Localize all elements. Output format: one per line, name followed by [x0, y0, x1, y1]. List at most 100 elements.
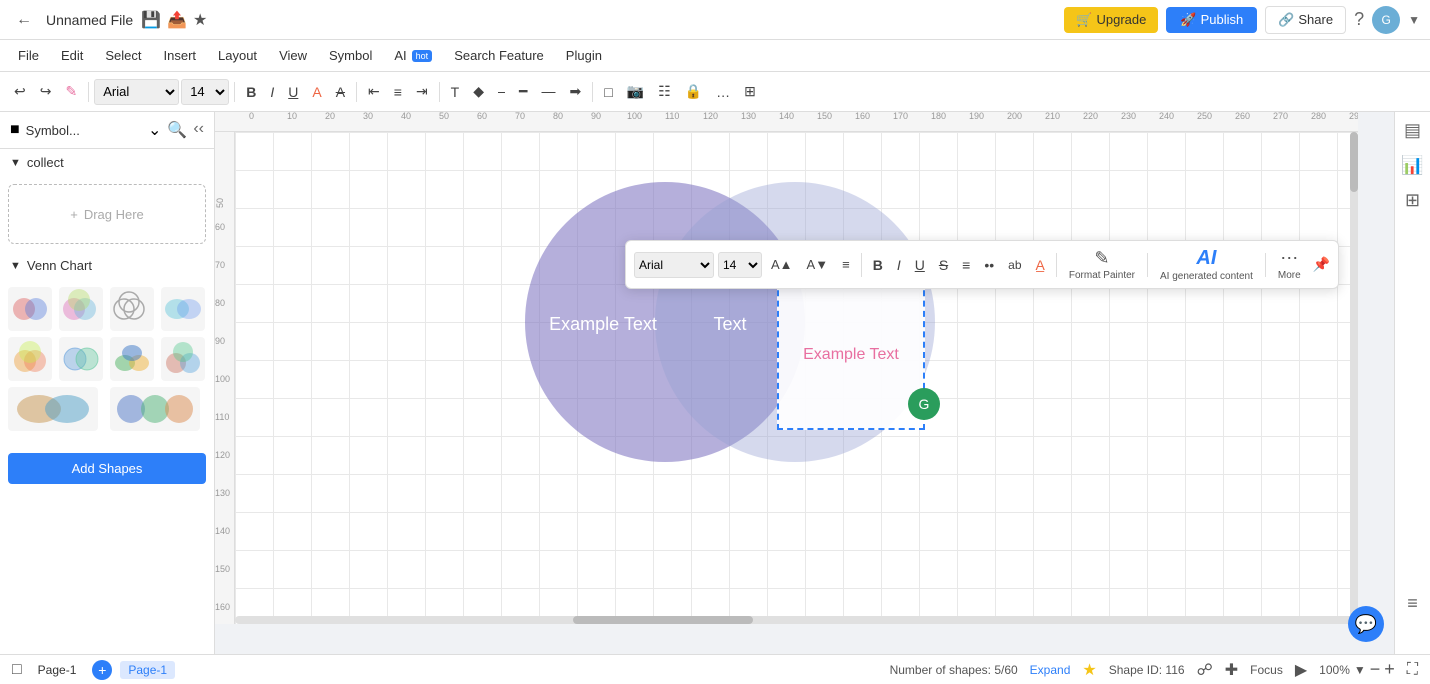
venn-shape-3[interactable]	[110, 287, 154, 331]
publish-button[interactable]: 🚀 Publish	[1166, 7, 1257, 33]
right-panel-style-icon[interactable]: ▤	[1404, 120, 1421, 141]
italic-button[interactable]: I	[264, 80, 280, 104]
ft-pin-icon[interactable]: 📌	[1313, 256, 1330, 273]
ft-increase-size-button[interactable]: A▲	[766, 253, 798, 276]
venn-shape-9[interactable]	[8, 387, 98, 431]
layers-icon[interactable]: ☍	[1197, 660, 1213, 680]
venn-shape-8[interactable]	[161, 337, 205, 381]
venn-shape-2[interactable]	[59, 287, 103, 331]
collapse-icon[interactable]: ‹‹	[193, 120, 204, 140]
menu-select[interactable]: Select	[95, 44, 151, 67]
align-center-button[interactable]: ≡	[388, 80, 408, 104]
ft-size-select[interactable]: 14	[718, 252, 762, 278]
search-icon[interactable]: 🔍	[167, 120, 187, 140]
zoom-chevron-icon[interactable]: ▼	[1354, 663, 1366, 677]
ft-text-color-button[interactable]: A̲	[1031, 253, 1050, 277]
venn-shape-4[interactable]	[161, 287, 205, 331]
add-shapes-button[interactable]: Add Shapes	[8, 453, 206, 484]
vertical-scrollbar[interactable]	[1350, 132, 1358, 624]
format-painter-toolbar-button[interactable]: ✎	[59, 79, 83, 104]
save-icon[interactable]: 💾	[141, 10, 161, 30]
redo-button[interactable]: ↪	[34, 79, 58, 104]
group-button[interactable]: ☷	[652, 79, 677, 104]
image-button[interactable]: 📷	[621, 79, 650, 104]
ft-ai-group[interactable]: AI AI generated content	[1154, 245, 1259, 284]
fill-button[interactable]: ◆	[467, 79, 490, 104]
ft-format-painter-group[interactable]: ✎ Format Painter	[1063, 246, 1141, 283]
font-size-select[interactable]: 14	[181, 79, 229, 105]
ft-decrease-size-button[interactable]: A▼	[802, 253, 834, 276]
right-panel-grid-icon[interactable]: ⊞	[1405, 190, 1420, 211]
ft-font-select[interactable]: Arial	[634, 252, 714, 278]
line-type-button[interactable]: ⎯⎯	[535, 79, 561, 104]
section-collect[interactable]: ▼ collect	[0, 149, 214, 176]
focus-label[interactable]: Focus	[1250, 663, 1283, 677]
share-button[interactable]: 🔗 Share	[1265, 6, 1346, 34]
page-active-tab[interactable]: Page-1	[120, 661, 175, 679]
line-end-button[interactable]: ➡	[563, 79, 587, 104]
horizontal-scrollbar-thumb[interactable]	[573, 616, 753, 624]
menu-file[interactable]: File	[8, 44, 49, 67]
avatar[interactable]: G	[1372, 6, 1400, 34]
venn-shape-5[interactable]	[8, 337, 52, 381]
align-left-button[interactable]: ⇤	[362, 79, 386, 104]
ft-case-button[interactable]: ab	[1003, 254, 1026, 276]
zoom-out-button[interactable]: −	[1370, 659, 1381, 680]
venn-shape-1[interactable]	[8, 287, 52, 331]
chat-bubble[interactable]: 💬	[1348, 606, 1384, 642]
menu-ai[interactable]: AI hot	[384, 44, 442, 67]
fullscreen-icon[interactable]: ⛶	[1407, 661, 1418, 679]
zoom-in-button[interactable]: +	[1384, 659, 1395, 680]
upgrade-button[interactable]: 🛒 Upgrade	[1064, 7, 1158, 33]
text-style-button[interactable]: T	[445, 80, 466, 104]
ft-align-button[interactable]: ≡	[837, 253, 855, 276]
help-icon[interactable]: ?	[1354, 9, 1364, 30]
line-color-button[interactable]: ⎯	[492, 79, 511, 104]
venn-shape-10[interactable]	[110, 387, 200, 431]
add-page-button[interactable]: +	[92, 660, 112, 680]
canvas-area[interactable]: 0 10 20 30 40 50 60 70 80 90 100 110 120…	[215, 112, 1394, 654]
ft-bullet-button[interactable]: ••	[979, 253, 999, 277]
export-icon[interactable]: 📤	[167, 10, 187, 30]
undo-button[interactable]: ↩	[8, 79, 32, 104]
strikethrough-button[interactable]: A	[330, 80, 351, 104]
line-style-button[interactable]: ━	[513, 79, 533, 104]
right-panel-bottom-icon[interactable]: ≡	[1407, 593, 1418, 614]
canvas-grid[interactable]: Example Text Text Example Text G Arial	[235, 132, 1358, 624]
menu-symbol[interactable]: Symbol	[319, 44, 382, 67]
menu-layout[interactable]: Layout	[208, 44, 267, 67]
expand-link[interactable]: Expand	[1030, 663, 1071, 677]
ft-underline-button[interactable]: U	[910, 253, 930, 277]
menu-plugin[interactable]: Plugin	[556, 44, 612, 67]
align-right-button[interactable]: ⇥	[410, 79, 434, 104]
menu-edit[interactable]: Edit	[51, 44, 93, 67]
star-icon[interactable]: ★	[193, 10, 207, 30]
font-family-select[interactable]: Arial	[94, 79, 179, 105]
horizontal-scrollbar[interactable]	[235, 616, 1358, 624]
ft-more-group[interactable]: ⋯ More	[1272, 246, 1307, 283]
menu-search-feature[interactable]: Search Feature	[444, 44, 554, 67]
menu-insert[interactable]: Insert	[154, 44, 207, 67]
ft-list-button[interactable]: ≡	[957, 253, 975, 277]
sidebar-expand-icon[interactable]: ⌄	[148, 120, 161, 140]
focus-icon[interactable]: ✚	[1225, 660, 1238, 680]
section-venn-chart[interactable]: ▼ Venn Chart	[0, 252, 214, 279]
play-icon[interactable]: ▶	[1295, 660, 1307, 680]
vertical-scrollbar-thumb[interactable]	[1350, 132, 1358, 192]
table-button[interactable]: ⊞	[738, 79, 762, 104]
account-chevron-icon[interactable]: ▼	[1408, 13, 1420, 27]
right-panel-data-icon[interactable]: 📊	[1401, 155, 1423, 176]
underline-button[interactable]: U	[282, 80, 304, 104]
bold-button[interactable]: B	[240, 80, 262, 104]
page-inactive-label[interactable]: Page-1	[30, 661, 85, 679]
more-tb-button[interactable]: …	[710, 80, 736, 104]
ft-italic-button[interactable]: I	[892, 253, 906, 277]
menu-view[interactable]: View	[269, 44, 317, 67]
lock-button[interactable]: 🔒	[679, 79, 708, 104]
page-view-icon[interactable]: □	[12, 661, 22, 679]
ft-bold-button[interactable]: B	[868, 253, 888, 277]
selected-text-box[interactable]: Example Text	[777, 280, 925, 430]
back-button[interactable]: ←	[10, 7, 38, 33]
venn-shape-7[interactable]	[110, 337, 154, 381]
ft-strikethrough-button[interactable]: S	[934, 253, 953, 277]
